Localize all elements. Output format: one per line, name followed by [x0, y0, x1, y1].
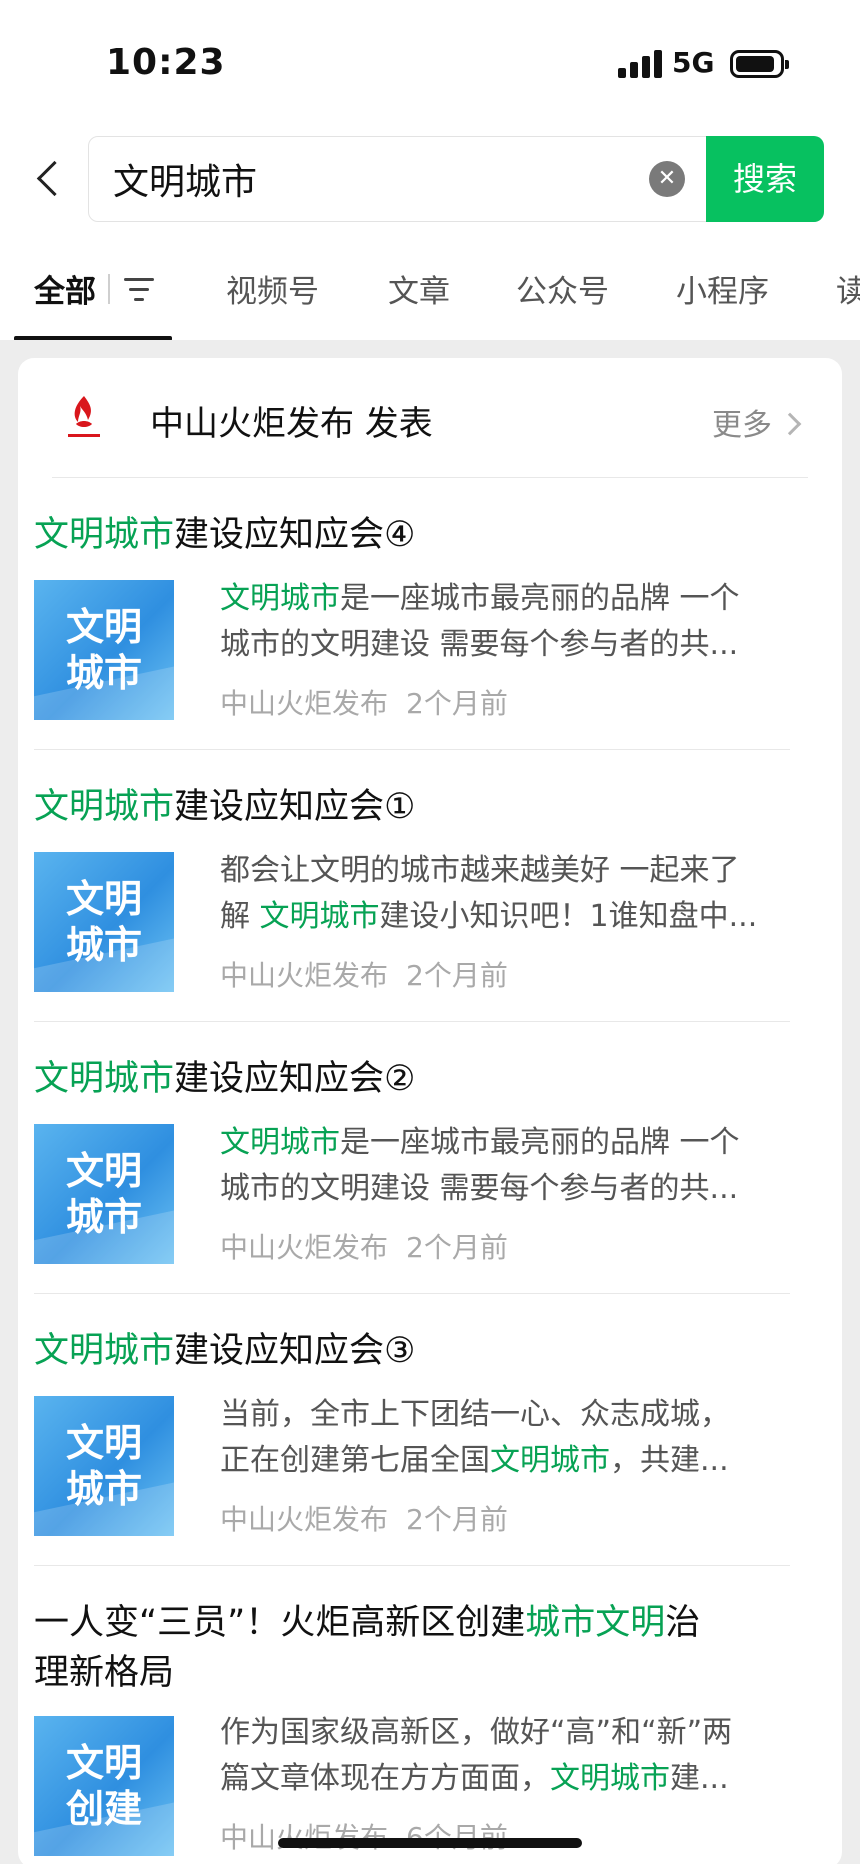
filter-tabs: 全部 视频号 文章 公众号 小程序 读 — [0, 252, 860, 342]
tab-official-accounts[interactable]: 公众号 — [516, 266, 609, 311]
article-thumbnail: 文明 城市 — [34, 580, 174, 720]
tab-articles[interactable]: 文章 — [388, 266, 450, 311]
network-type: 5G — [672, 46, 715, 79]
status-time: 10:23 — [106, 42, 226, 83]
article-meta: 中山火炬发布 2个月前 — [220, 1503, 508, 1536]
article-meta: 中山火炬发布 2个月前 — [220, 959, 508, 992]
chevron-right-icon — [778, 412, 802, 435]
article-thumbnail: 文明 城市 — [34, 852, 174, 992]
article-thumbnail: 文明 创建 — [34, 1716, 174, 1856]
article-meta: 中山火炬发布 2个月前 — [220, 687, 508, 720]
home-indicator[interactable] — [278, 1838, 582, 1848]
tab-divider — [108, 274, 110, 304]
tab-read[interactable]: 读 — [836, 266, 860, 311]
article-meta: 中山火炬发布6个月前 — [220, 1816, 508, 1856]
article-item[interactable]: 一人变“三员”！火炬高新区创建城市文明治 理新格局 文明 创建 作为国家级高新区，做… — [34, 1566, 790, 1864]
clear-search-icon[interactable]: ✕ — [649, 161, 685, 197]
article-snippet: 文明城市是一座城市最亮丽的品牌 一个 城市的文明建设 需要每个参与者的共... — [220, 1125, 740, 1206]
tab-channels[interactable]: 视频号 — [226, 266, 319, 311]
torch-logo-icon — [68, 396, 100, 437]
cellular-signal-icon — [618, 50, 662, 78]
article-title: 文明城市建设应知应会② — [34, 1059, 416, 1099]
search-input[interactable] — [113, 157, 613, 201]
status-bar: 10:23 5G — [0, 0, 860, 120]
article-snippet: 文明城市是一座城市最亮丽的品牌 一个 城市的文明建设 需要每个参与者的共... — [220, 581, 740, 662]
back-icon[interactable] — [30, 160, 70, 204]
article-snippet: 作为国家级高新区，做好“高”和“新”两 篇文章体现在方方面面，文明城市建... — [220, 1715, 733, 1796]
article-item[interactable]: 文明城市建设应知应会② 文明 城市 文明城市是一座城市最亮丽的品牌 一个 城市的文… — [34, 1022, 790, 1294]
filter-icon[interactable] — [124, 276, 156, 302]
more-label: 更多 — [712, 408, 772, 443]
article-item[interactable]: 文明城市建设应知应会① 文明 城市 都会让文明的城市越来越美好 一起来了 解 文明… — [34, 750, 790, 1022]
article-item[interactable]: 文明城市建设应知应会④ 文明 城市 文明城市是一座城市最亮丽的品牌 一个 城市的文… — [34, 478, 790, 750]
article-item[interactable]: 文明城市建设应知应会③ 文明 城市 当前，全市上下团结一心、众志成城， 正在创建第… — [34, 1294, 790, 1566]
article-title: 文明城市建设应知应会④ — [34, 515, 416, 555]
battery-icon — [730, 50, 789, 78]
search-box[interactable]: ✕ — [88, 136, 708, 222]
more-link[interactable]: 更多 — [712, 400, 802, 444]
tab-mini-programs[interactable]: 小程序 — [676, 266, 769, 311]
account-header[interactable]: 中山火炬发布 发表 更多 — [52, 358, 808, 478]
article-title: 一人变“三员”！火炬高新区创建城市文明治 理新格局 — [34, 1603, 701, 1693]
article-title: 文明城市建设应知应会③ — [34, 1331, 416, 1371]
account-title: 中山火炬发布 发表 — [150, 404, 433, 444]
article-meta: 中山火炬发布 2个月前 — [220, 1231, 508, 1264]
article-snippet: 都会让文明的城市越来越美好 一起来了 解 文明城市建设小知识吧！1谁知盘中... — [220, 853, 758, 934]
tab-all[interactable]: 全部 — [34, 266, 96, 311]
article-thumbnail: 文明 城市 — [34, 1396, 174, 1536]
article-title: 文明城市建设应知应会① — [34, 787, 416, 827]
article-thumbnail: 文明 城市 — [34, 1124, 174, 1264]
article-snippet: 当前，全市上下团结一心、众志成城， 正在创建第七届全国文明城市，共建... — [220, 1397, 730, 1478]
search-button[interactable]: 搜索 — [706, 136, 824, 222]
